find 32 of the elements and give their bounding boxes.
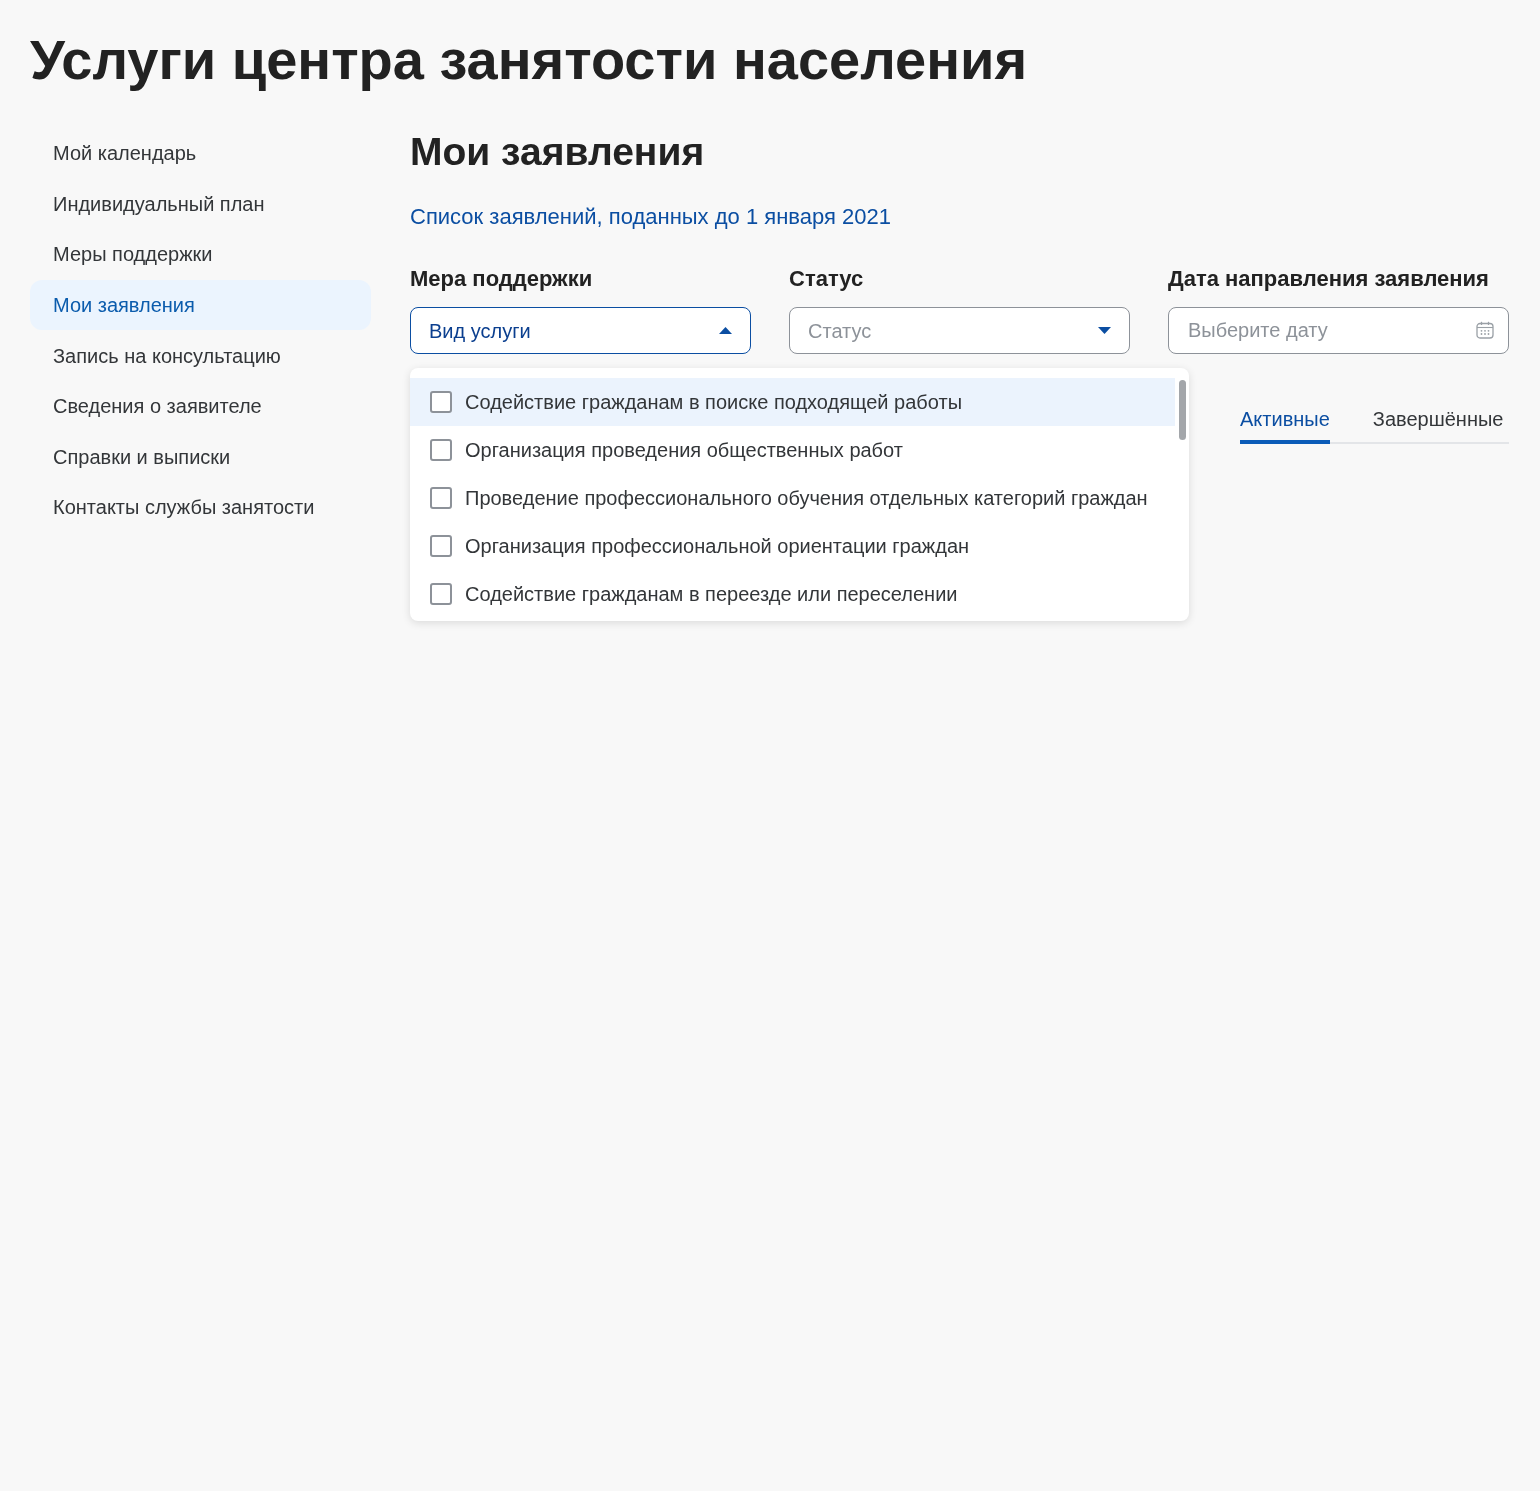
sidebar-item[interactable]: Справки и выписки: [30, 431, 371, 483]
dropdown-option[interactable]: Содействие гражданам в поиске подходящей работы: [410, 378, 1175, 426]
sidebar-item[interactable]: Запись на консультацию: [30, 330, 371, 381]
date-field[interactable]: Выберите дату: [1168, 307, 1509, 354]
sidebar-item[interactable]: Мои заявления: [30, 279, 371, 331]
sidebar-item[interactable]: Сведения о заявителе: [30, 380, 371, 432]
filter-label: Дата направления заявления: [1168, 265, 1489, 293]
page-title: Услуги центра занятости населения: [30, 28, 1028, 92]
dropdown-option[interactable]: Содействие гражданам в переезде или переселении: [410, 570, 1175, 618]
caret-icon: [719, 327, 732, 334]
select-field[interactable]: Вид услуги: [410, 307, 751, 354]
sidebar-item[interactable]: Контакты службы занятости: [30, 482, 371, 533]
scrollbar-thumb[interactable]: [1179, 380, 1186, 440]
checkbox[interactable]: [430, 391, 452, 413]
tab[interactable]: Активные: [1240, 407, 1330, 444]
checkbox[interactable]: [430, 487, 452, 509]
sidebar-item[interactable]: Меры поддержки: [30, 229, 371, 280]
sidebar-item[interactable]: Индивидуальный план: [30, 178, 371, 230]
sidebar-item[interactable]: Мой календарь: [30, 128, 371, 179]
dropdown-option[interactable]: Организация проведения общественных работ: [410, 426, 1175, 474]
checkbox[interactable]: [430, 583, 452, 605]
filter-label: Мера поддержки: [410, 265, 593, 293]
calendar-icon: [1476, 321, 1494, 339]
tab[interactable]: Завершённые: [1372, 407, 1504, 444]
checkbox[interactable]: [430, 535, 452, 557]
filter-label: Статус: [789, 265, 864, 293]
dropdown-option[interactable]: Организация профессиональной ориентации граждан: [410, 522, 1175, 570]
section-heading: Мои заявления: [410, 129, 705, 175]
applications-link[interactable]: Список заявлений, поданных до 1 января 2021: [410, 203, 891, 231]
dropdown-option[interactable]: Проведение профессионального обучения отдельных категорий граждан: [410, 474, 1175, 522]
caret-icon: [1098, 327, 1111, 334]
checkbox[interactable]: [430, 439, 452, 461]
